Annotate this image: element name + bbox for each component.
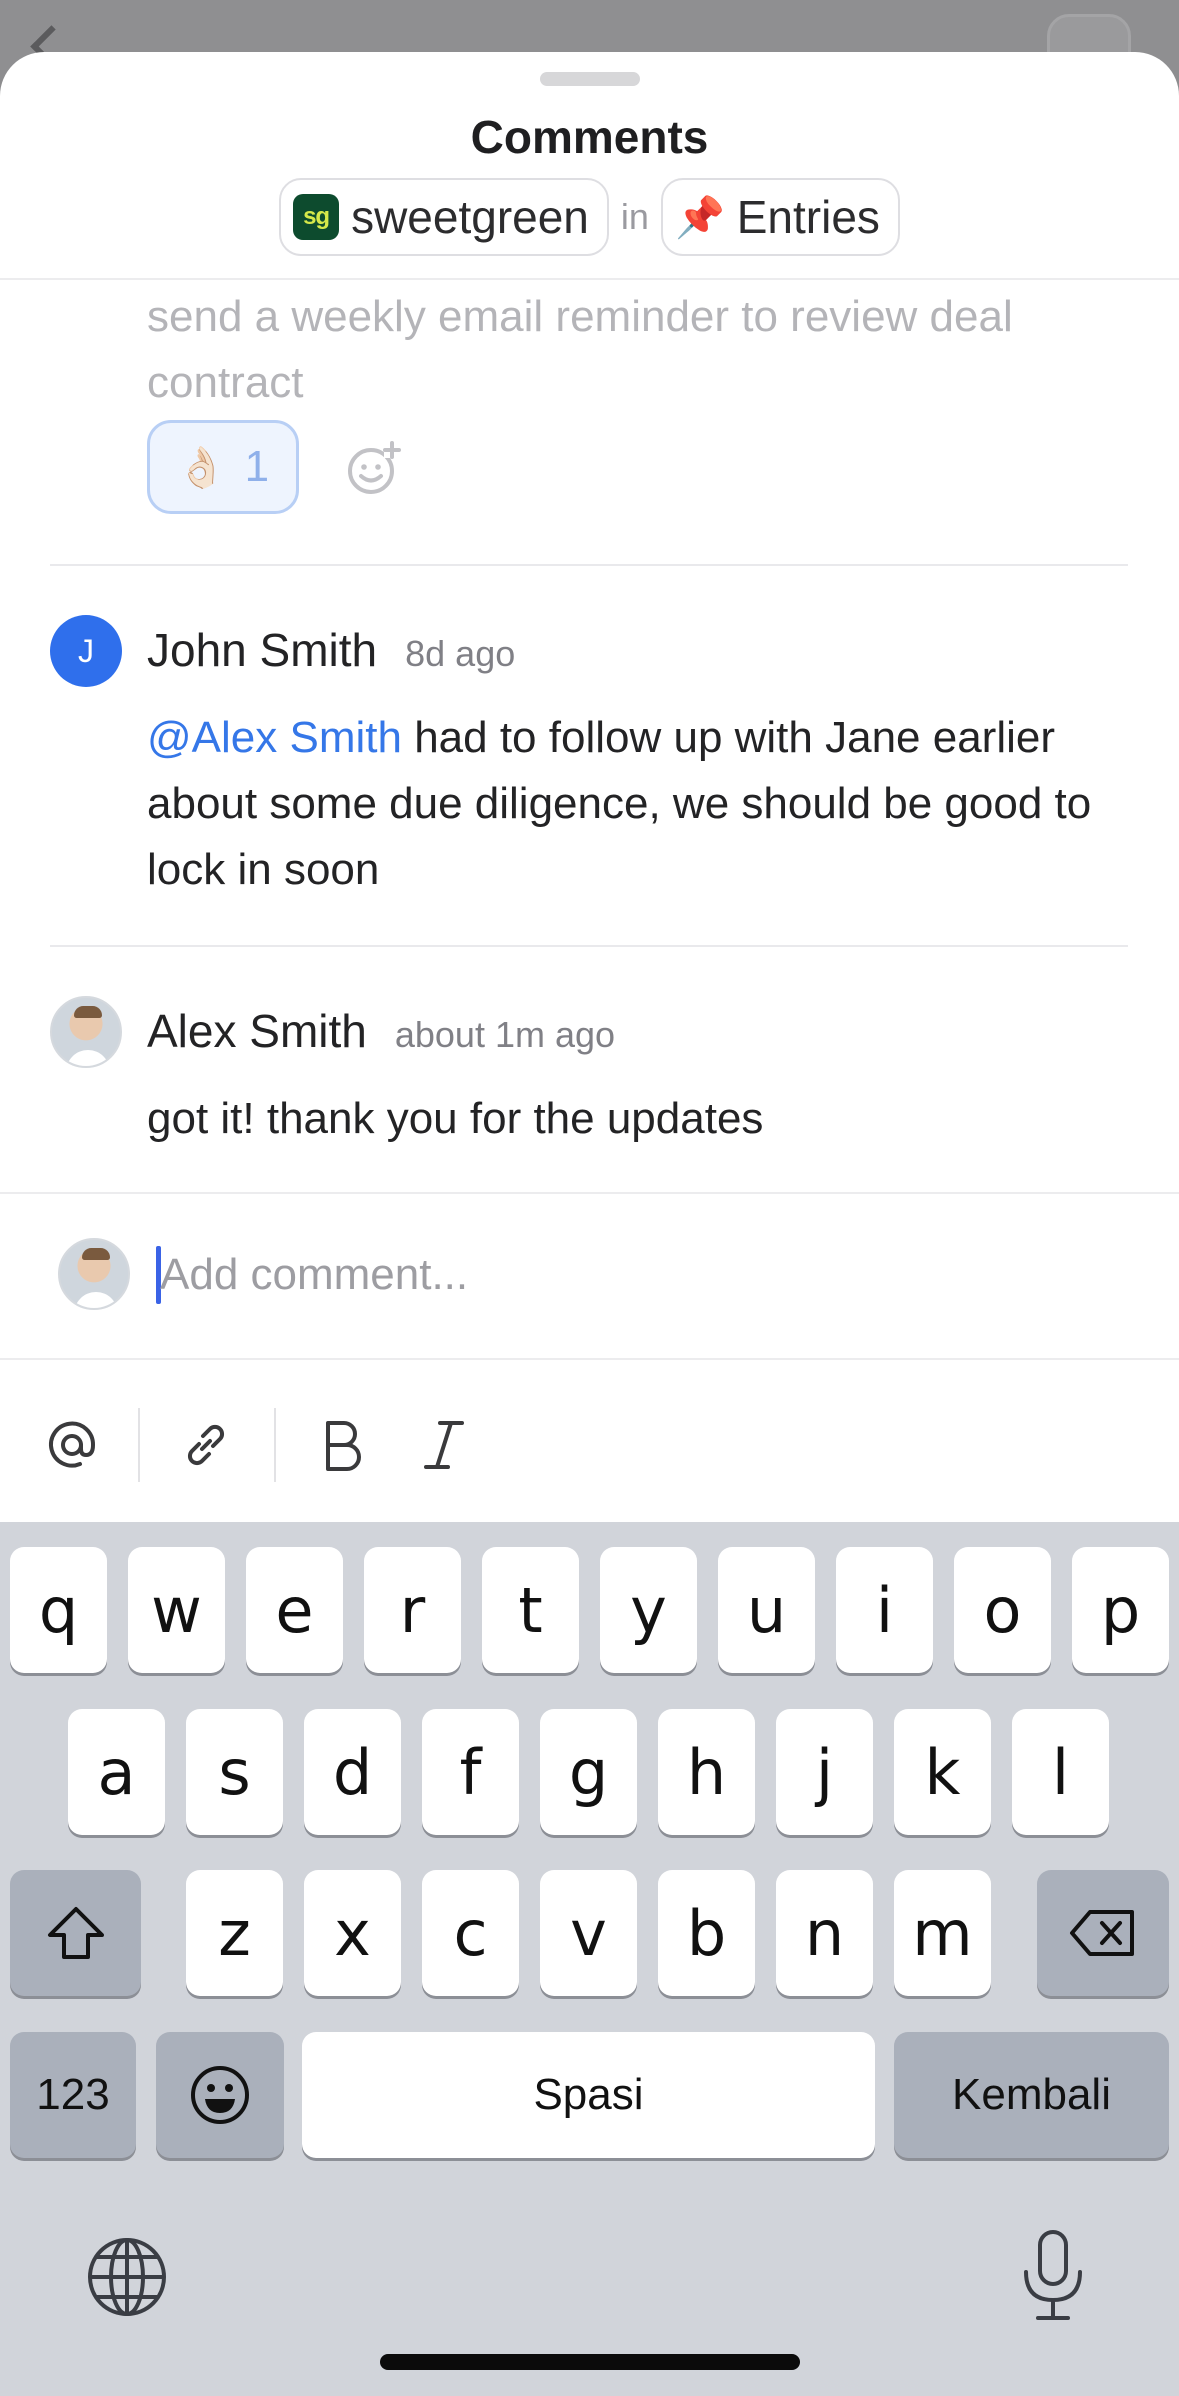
comment-header: John Smith 8d ago [147, 623, 515, 677]
globe-icon[interactable] [82, 2232, 172, 2322]
backspace-icon [1068, 1908, 1138, 1958]
key-p[interactable]: p [1072, 1547, 1169, 1673]
comment-john-smith: J John Smith 8d ago @Alex Smith had to f… [50, 615, 1130, 945]
numbers-key[interactable]: 123 [10, 2032, 136, 2158]
comment-author[interactable]: John Smith [147, 623, 377, 677]
key-k[interactable]: k [894, 1709, 991, 1835]
add-reaction-icon[interactable] [344, 438, 404, 498]
pushpin-icon: 📌 [674, 195, 725, 240]
list-name: Entries [736, 191, 880, 243]
reaction-pill[interactable]: 👌🏻 1 [147, 420, 299, 514]
key-h[interactable]: h [658, 1709, 755, 1835]
key-t[interactable]: t [482, 1547, 579, 1673]
header-divider [0, 278, 1179, 280]
context-breadcrumb: sg sweetgreen in 📌 Entries [0, 178, 1179, 256]
company-name: sweetgreen [351, 191, 589, 243]
key-z[interactable]: z [186, 1870, 283, 1996]
link-icon[interactable] [156, 1400, 256, 1490]
key-c[interactable]: c [422, 1870, 519, 1996]
comment-divider [50, 945, 1128, 947]
key-y[interactable]: y [600, 1547, 697, 1673]
key-b[interactable]: b [658, 1870, 755, 1996]
previous-comment-text: send a weekly email reminder to review d… [147, 292, 1013, 407]
space-key[interactable]: Spasi [302, 2032, 875, 2158]
emoji-icon [188, 2063, 252, 2127]
delete-key[interactable] [1037, 1870, 1169, 1996]
return-key[interactable]: Kembali [894, 2032, 1169, 2158]
key-e[interactable]: e [246, 1547, 343, 1673]
avatar[interactable]: J [50, 615, 122, 687]
comment-divider [50, 564, 1128, 566]
avatar[interactable] [50, 996, 122, 1068]
sweetgreen-logo-icon: sg [293, 194, 340, 240]
key-s[interactable]: s [186, 1709, 283, 1835]
shift-key[interactable] [10, 1870, 141, 1996]
comment-timestamp: 8d ago [405, 633, 516, 674]
system-keyboard: 123 Spasi Kembali qwertyuiop asdfghjkl zxc… [0, 1522, 1179, 2396]
bold-icon[interactable] [292, 1400, 392, 1490]
comment-input[interactable] [160, 1240, 1140, 1310]
key-q[interactable]: q [10, 1547, 107, 1673]
reaction-count: 1 [244, 442, 270, 491]
list-chip[interactable]: 📌 Entries [660, 178, 900, 256]
company-chip[interactable]: sg sweetgreen [279, 178, 609, 256]
key-d[interactable]: d [304, 1709, 401, 1835]
composer-divider [0, 1192, 1179, 1194]
key-x[interactable]: x [304, 1870, 401, 1996]
shift-icon [44, 1903, 108, 1963]
key-r[interactable]: r [364, 1547, 461, 1673]
toolbar-divider [0, 1358, 1179, 1360]
comment-body: @Alex Smith had to follow up with Jane e… [147, 705, 1137, 903]
formatting-toolbar [0, 1400, 1179, 1510]
comment-timestamp: about 1m ago [394, 1014, 616, 1055]
key-f[interactable]: f [422, 1709, 519, 1835]
toolbar-separator [274, 1408, 276, 1482]
context-connector: in [620, 196, 649, 237]
key-m[interactable]: m [894, 1870, 991, 1996]
comment-author[interactable]: Alex Smith [147, 1004, 367, 1058]
comment-header: Alex Smith about 1m ago [147, 1004, 615, 1058]
key-u[interactable]: u [718, 1547, 815, 1673]
sheet-grabber[interactable] [540, 72, 640, 86]
microphone-icon[interactable] [1008, 2226, 1098, 2326]
sheet-title: Comments [470, 111, 709, 163]
at-icon[interactable] [22, 1400, 122, 1490]
mention-link[interactable]: @Alex Smith [147, 713, 402, 762]
italic-icon[interactable] [394, 1400, 494, 1490]
key-o[interactable]: o [954, 1547, 1051, 1673]
key-l[interactable]: l [1012, 1709, 1109, 1835]
key-n[interactable]: n [776, 1870, 873, 1996]
comment-alex-smith: Alex Smith about 1m ago got it! thank yo… [50, 996, 1130, 1176]
key-v[interactable]: v [540, 1870, 637, 1996]
ok-hand-emoji-icon: 👌🏻 [176, 445, 227, 490]
comment-body: got it! thank you for the updates [147, 1094, 764, 1143]
toolbar-separator [138, 1408, 140, 1482]
key-j[interactable]: j [776, 1709, 873, 1835]
key-w[interactable]: w [128, 1547, 225, 1673]
home-indicator[interactable] [380, 2354, 800, 2370]
key-i[interactable]: i [836, 1547, 933, 1673]
current-user-avatar [58, 1238, 130, 1310]
key-a[interactable]: a [68, 1709, 165, 1835]
key-g[interactable]: g [540, 1709, 637, 1835]
emoji-key[interactable] [156, 2032, 284, 2158]
